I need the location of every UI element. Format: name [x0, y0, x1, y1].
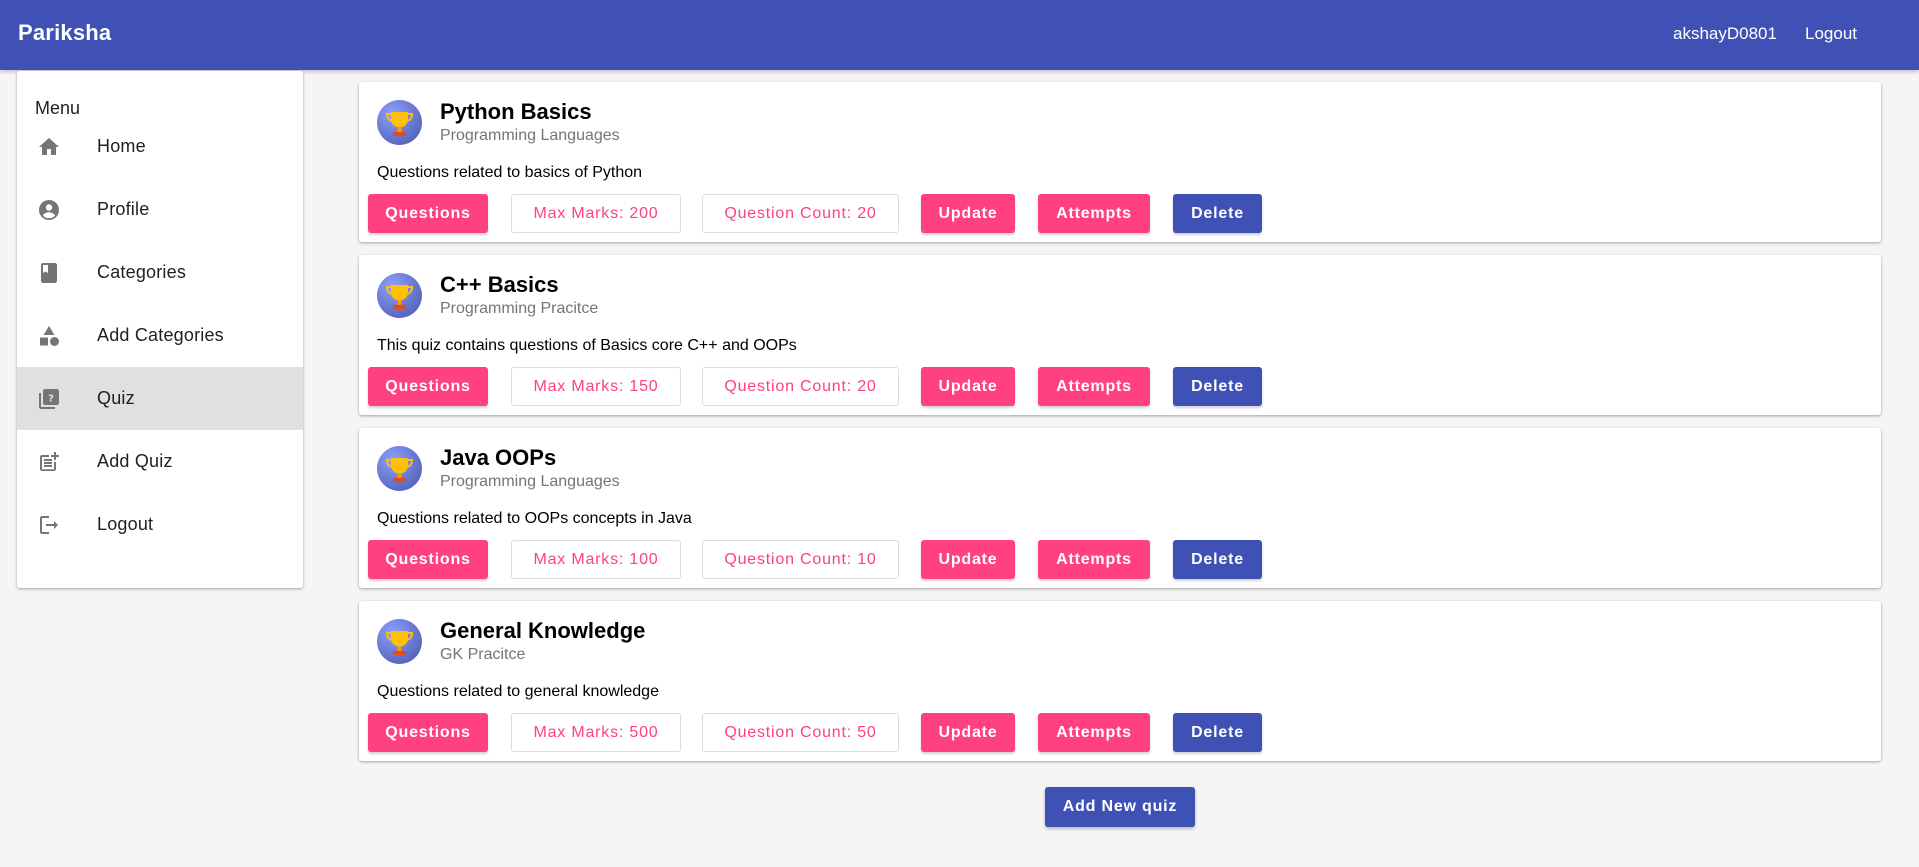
trophy-avatar — [377, 273, 422, 318]
quiz-title: General Knowledge — [440, 618, 646, 643]
update-button[interactable]: Update — [921, 367, 1015, 406]
username-link[interactable]: akshayD0801 — [1673, 24, 1777, 44]
question-count-chip[interactable]: Question Count: 50 — [702, 713, 899, 752]
quiz-category: Programming Languages — [440, 127, 620, 144]
sidebar-item-label: Quiz — [97, 388, 135, 408]
max-marks-chip[interactable]: Max Marks: 500 — [511, 713, 681, 752]
add-new-quiz-button[interactable]: Add New quiz — [1045, 787, 1195, 827]
app-brand[interactable]: Pariksha — [18, 20, 111, 46]
delete-button[interactable]: Delete — [1173, 713, 1262, 752]
trophy-icon — [385, 285, 414, 309]
delete-button[interactable]: Delete — [1173, 194, 1262, 233]
question-count-chip[interactable]: Question Count: 20 — [702, 194, 899, 233]
quiz-card: General Knowledge GK Pracitce Questions … — [359, 601, 1881, 761]
sidebar-menu: Menu Home Profile Categories Add Categor… — [17, 71, 303, 588]
sidebar-item-add-quiz[interactable]: Add Quiz — [17, 430, 303, 493]
question-count-chip[interactable]: Question Count: 20 — [702, 367, 899, 406]
trophy-icon — [385, 458, 414, 482]
quiz-description: Questions related to OOPs concepts in Ja… — [377, 510, 692, 527]
quiz-description: Questions related to basics of Python — [377, 164, 643, 181]
trophy-icon — [385, 112, 414, 136]
trophy-icon — [385, 631, 414, 655]
sidebar-item-label: Logout — [97, 514, 154, 534]
quiz-card: C++ Basics Programming Pracitce This qui… — [359, 255, 1881, 415]
logout-icon — [36, 512, 62, 538]
delete-button[interactable]: Delete — [1173, 540, 1262, 579]
book-icon — [36, 260, 62, 286]
sidebar-item-profile[interactable]: Profile — [17, 178, 303, 241]
max-marks-chip[interactable]: Max Marks: 100 — [511, 540, 681, 579]
delete-button[interactable]: Delete — [1173, 367, 1262, 406]
attempts-button[interactable]: Attempts — [1038, 713, 1150, 752]
header-logout-button[interactable]: Logout — [1805, 24, 1857, 44]
top-app-bar: Pariksha akshayD0801 Logout — [0, 0, 1919, 70]
quiz-category: GK Pracitce — [440, 646, 526, 663]
questions-button[interactable]: Questions — [368, 194, 488, 233]
home-icon — [36, 134, 62, 160]
quiz-description: This quiz contains questions of Basics c… — [377, 337, 797, 354]
sidebar-item-label: Add Quiz — [97, 451, 173, 471]
trophy-avatar — [377, 619, 422, 664]
quiz-title: Java OOPs — [440, 445, 557, 470]
account-circle-icon — [36, 197, 62, 223]
sidebar-item-add-categories[interactable]: Add Categories — [17, 304, 303, 367]
update-button[interactable]: Update — [921, 194, 1015, 233]
questions-button[interactable]: Questions — [368, 540, 488, 579]
sidebar-item-home[interactable]: Home — [17, 115, 303, 178]
update-button[interactable]: Update — [921, 713, 1015, 752]
attempts-button[interactable]: Attempts — [1038, 540, 1150, 579]
svg-text:?: ? — [48, 393, 54, 404]
category-shapes-icon — [36, 323, 62, 349]
sidebar-item-categories[interactable]: Categories — [17, 241, 303, 304]
quiz-category: Programming Languages — [440, 473, 620, 490]
sidebar-item-label: Add Categories — [97, 325, 224, 345]
sidebar-item-label: Categories — [97, 262, 187, 282]
trophy-avatar — [377, 100, 422, 145]
sidebar-item-logout[interactable]: Logout — [17, 493, 303, 556]
questions-button[interactable]: Questions — [368, 713, 488, 752]
quiz-title: Python Basics — [440, 99, 592, 124]
question-count-chip[interactable]: Question Count: 10 — [702, 540, 899, 579]
quiz-icon: ? — [36, 386, 62, 412]
quiz-description: Questions related to general knowledge — [377, 683, 659, 700]
trophy-avatar — [377, 446, 422, 491]
quiz-card: Java OOPs Programming Languages Question… — [359, 428, 1881, 588]
quiz-title: C++ Basics — [440, 272, 559, 297]
sidebar-item-label: Profile — [97, 199, 150, 219]
max-marks-chip[interactable]: Max Marks: 200 — [511, 194, 681, 233]
max-marks-chip[interactable]: Max Marks: 150 — [511, 367, 681, 406]
post-add-icon — [36, 449, 62, 475]
attempts-button[interactable]: Attempts — [1038, 194, 1150, 233]
attempts-button[interactable]: Attempts — [1038, 367, 1150, 406]
sidebar-item-quiz[interactable]: ? Quiz — [17, 367, 303, 430]
update-button[interactable]: Update — [921, 540, 1015, 579]
quiz-card: Python Basics Programming Languages Ques… — [359, 82, 1881, 242]
questions-button[interactable]: Questions — [368, 367, 488, 406]
quiz-category: Programming Pracitce — [440, 300, 599, 317]
sidebar-item-label: Home — [97, 136, 146, 156]
